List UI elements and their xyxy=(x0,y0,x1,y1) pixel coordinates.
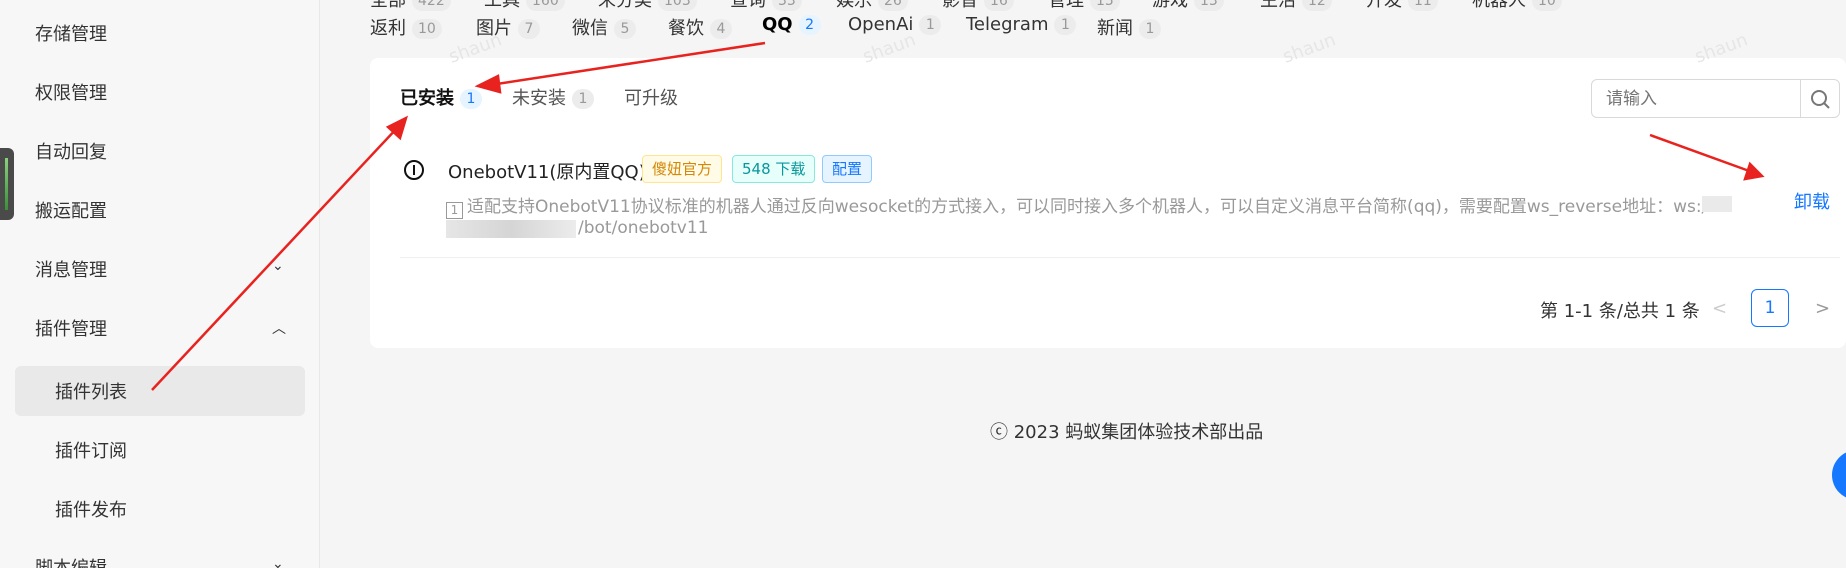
arrow-head xyxy=(1743,161,1765,181)
arrow-to-uninstall xyxy=(1649,133,1753,174)
arrow-head xyxy=(474,74,502,94)
arrow-to-tab xyxy=(489,41,766,87)
arrow-to-installed xyxy=(151,126,399,391)
annotation-arrows xyxy=(151,41,1765,391)
